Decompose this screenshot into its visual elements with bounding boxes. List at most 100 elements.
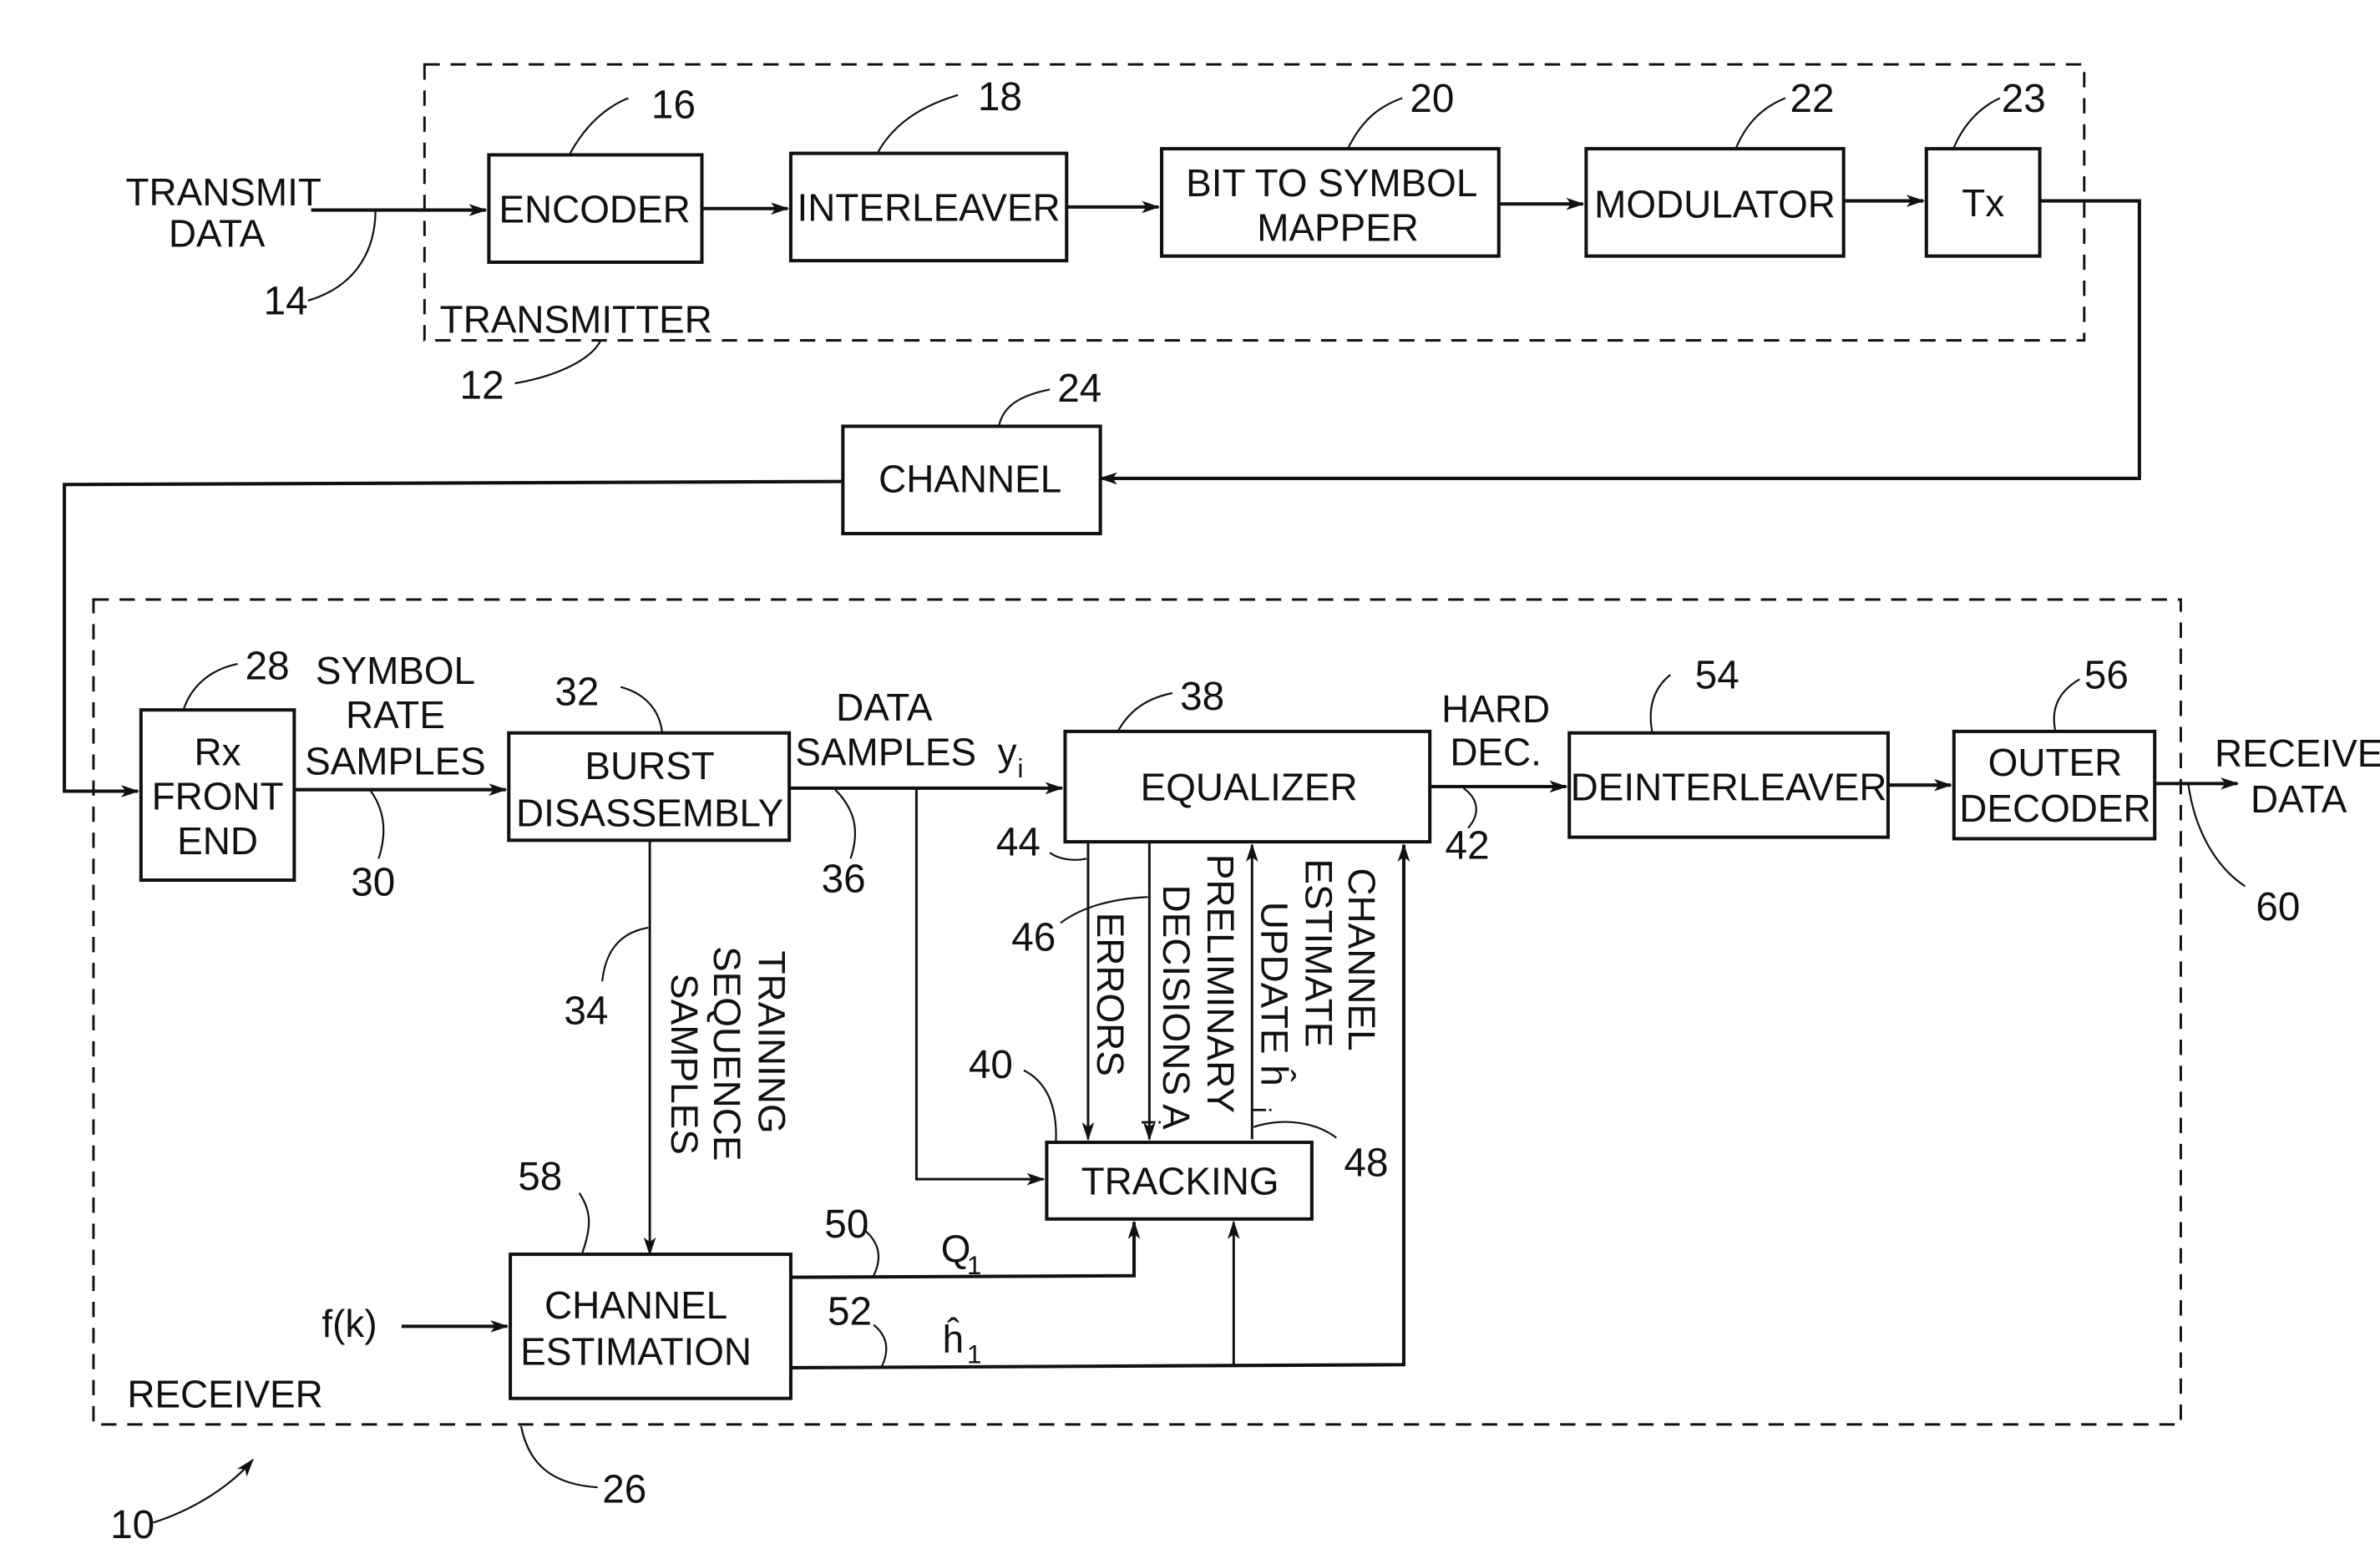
channel-estimate-label-line2: ESTIMATE [1298, 858, 1341, 1047]
data-samples-label-line2: SAMPLES [795, 730, 976, 773]
symbol-rate-samples-ref: 30 [351, 860, 395, 904]
bit-to-symbol-mapper-block: BIT TO SYMBOL MAPPER [1160, 147, 1501, 258]
modulator-label: MODULATOR [1594, 183, 1836, 226]
channel-block: CHANNEL [841, 424, 1102, 536]
outer-decoder-ref-leader [2053, 678, 2080, 731]
symbol-rate-samples-label-line1: SYMBOL [316, 649, 475, 692]
hard-dec-label-line1: HARD [1441, 687, 1550, 731]
channel-label: CHANNEL [879, 457, 1061, 500]
encoder-ref: 16 [651, 83, 696, 127]
rx-front-end-label-line3: END [177, 819, 258, 863]
transmitter-ref: 12 [460, 363, 504, 407]
symbol-rate-samples-ref-leader [370, 790, 385, 859]
interleaver-ref: 18 [978, 75, 1022, 119]
patent-block-diagram: TRANSMITTER 12 TRANSMIT DATA 14 ENCODER … [63, 63, 2380, 1547]
h1-ref: 52 [828, 1290, 872, 1334]
decisions-subscript: i [1136, 1119, 1165, 1125]
tracking-label: TRACKING [1081, 1159, 1279, 1202]
receive-data-label-line2: DATA [2251, 777, 2347, 821]
errors-ref: 44 [996, 821, 1041, 865]
update-subscript: i [1246, 1107, 1275, 1113]
q1-ref: 50 [824, 1202, 868, 1247]
deinterleaver-ref: 54 [1695, 653, 1739, 697]
encoder-block: ENCODER [487, 153, 704, 265]
transmitter-ref-leader [514, 340, 602, 385]
receive-data-ref: 60 [2256, 885, 2300, 929]
hard-dec-ref: 42 [1446, 823, 1490, 868]
equalizer-ref: 38 [1180, 675, 1224, 719]
channel-estimation-label-line1: CHANNEL [544, 1283, 727, 1327]
transmitter-label: TRANSMITTER [440, 297, 712, 341]
tracking-ref-leader [1023, 1069, 1057, 1141]
burst-disassembly-ref: 32 [554, 671, 599, 715]
rx-front-end-label-line2: FRONT [152, 775, 284, 818]
h1-symbol: ĥ [943, 1318, 965, 1361]
deinterleaver-label: DEINTERLEAVER [1571, 766, 1887, 809]
modulator-ref: 22 [1790, 77, 1834, 121]
equalizer-label: EQUALIZER [1141, 766, 1358, 809]
receiver-ref: 26 [602, 1468, 646, 1512]
burst-disassembly-ref-leader [620, 686, 663, 732]
receiver-label: RECEIVER [127, 1373, 322, 1416]
h1-ref-leader [873, 1324, 888, 1369]
mapper-label-line2: MAPPER [1257, 205, 1419, 249]
data-samples-subscript: i [1018, 754, 1024, 783]
hard-dec-label-line2: DEC. [1450, 730, 1542, 773]
training-sequence-ref: 34 [564, 990, 608, 1034]
training-sequence-label-line2: SEQUENCE [706, 946, 749, 1162]
figure-ref: 10 [110, 1503, 154, 1547]
burst-disassembly-label-line1: BURST [585, 744, 714, 787]
transmit-data-label-line2: DATA [169, 212, 266, 256]
hard-dec-ref-leader [1462, 787, 1477, 829]
interleaver-ref-leader [877, 94, 959, 153]
tracking-block: TRACKING [1045, 1141, 1314, 1221]
data-samples-symbol: y [998, 730, 1017, 773]
mapper-ref-leader [1347, 97, 1403, 148]
modulator-block: MODULATOR [1584, 147, 1846, 258]
equalizer-ref-leader [1117, 691, 1173, 731]
burst-disassembly-label-line2: DISASSEMBLY [516, 792, 783, 835]
channel-estimation-ref-leader [578, 1192, 590, 1253]
rx-front-end-label-line1: Rx [195, 730, 241, 773]
tracking-ref: 40 [969, 1043, 1013, 1087]
preliminary-decisions-ref: 46 [1011, 915, 1056, 959]
burst-disassembly-block: BURST DISASSEMBLY [507, 731, 792, 843]
decisions-label-line2: DECISIONS A [1155, 885, 1198, 1131]
update-ref-leader [1253, 1121, 1337, 1139]
deinterleaver-ref-leader [1649, 674, 1672, 732]
equalizer-block: EQUALIZER [1063, 729, 1432, 844]
update-ref: 48 [1344, 1141, 1388, 1185]
channel-ref: 24 [1057, 367, 1101, 411]
transmit-data-ref-leader [307, 210, 377, 301]
training-sequence-ref-leader [601, 926, 649, 982]
mapper-ref: 20 [1410, 77, 1454, 121]
errors-label: ERRORS [1089, 913, 1132, 1076]
data-samples-ref-leader [834, 788, 857, 859]
tx-block: Tx [1924, 147, 2042, 258]
transmit-data-ref: 14 [264, 279, 308, 323]
data-samples-ref: 36 [822, 858, 866, 902]
errors-ref-leader [1049, 852, 1087, 861]
channel-estimation-label-line2: ESTIMATION [520, 1329, 752, 1373]
rx-front-end-ref: 28 [246, 644, 290, 688]
data-samples-label-line1: DATA [836, 686, 933, 729]
channel-estimation-block: CHANNEL ESTIMATION [509, 1253, 792, 1400]
encoder-label: ENCODER [499, 187, 690, 230]
transmit-data-label-line1: TRANSMIT [125, 170, 321, 214]
symbol-rate-samples-label-line3: SAMPLES [305, 739, 486, 782]
interleaver-label: INTERLEAVER [798, 185, 1061, 229]
interleaver-block: INTERLEAVER [788, 151, 1069, 263]
rx-front-end-ref-leader [183, 663, 238, 709]
mapper-label-line1: BIT TO SYMBOL [1186, 161, 1477, 205]
rx-front-end-block: Rx FRONT END [139, 708, 296, 883]
h1-subscript: 1 [967, 1339, 981, 1369]
modulator-ref-leader [1735, 97, 1786, 148]
figure-ref-arrow [153, 1458, 254, 1524]
receive-data-ref-leader [2187, 785, 2246, 888]
encoder-ref-leader [569, 97, 629, 154]
tx-ref: 23 [2002, 77, 2046, 121]
outer-decoder-label-line1: OUTER [1988, 741, 2123, 784]
symbol-rate-samples-label-line2: RATE [346, 693, 445, 736]
training-sequence-label-line3: SAMPLES [663, 974, 706, 1155]
training-sequence-label-line1: TRAINING [750, 950, 793, 1133]
